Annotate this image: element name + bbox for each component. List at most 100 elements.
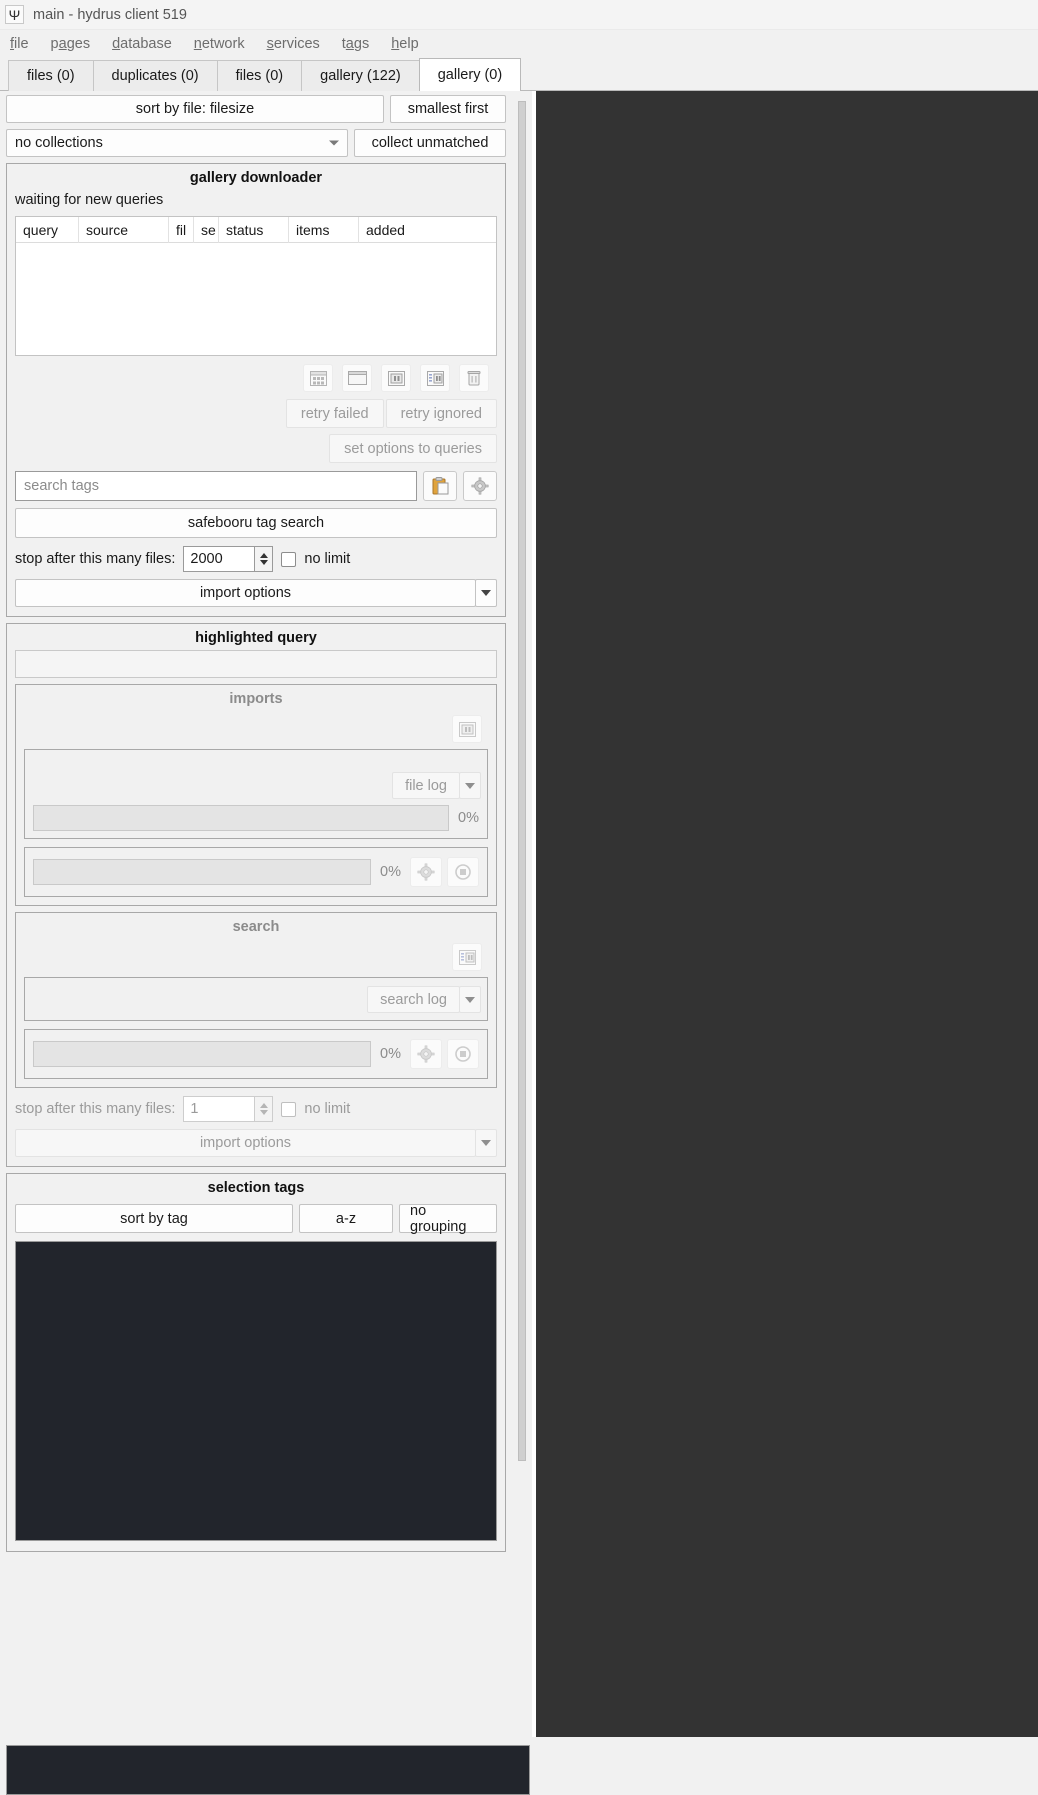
- tab-label: gallery (0): [437, 67, 503, 83]
- tab-label: duplicates (0): [111, 68, 199, 84]
- tab-duplicates[interactable]: duplicates (0): [92, 60, 218, 91]
- column-added[interactable]: added: [359, 217, 459, 243]
- tab-files-0[interactable]: files (0): [8, 60, 94, 91]
- no-grouping-button[interactable]: no grouping: [399, 1203, 497, 1235]
- pause-gallery-icon[interactable]: [420, 364, 450, 392]
- retry-ignored-button[interactable]: retry ignored: [385, 399, 497, 428]
- pane-splitter[interactable]: [512, 91, 532, 1795]
- grid-view-icon[interactable]: [303, 364, 333, 392]
- psi-icon: Ψ: [5, 5, 24, 24]
- imports-icon-row: [16, 715, 482, 743]
- search-tags-placeholder: search tags: [24, 478, 99, 494]
- spin-down-icon[interactable]: [259, 560, 268, 565]
- clipboard-icon[interactable]: [423, 471, 457, 501]
- highlighted-query-name: [15, 650, 497, 678]
- highlighted-query-title: highlighted query: [195, 630, 317, 646]
- tab-files-1[interactable]: files (0): [216, 60, 303, 91]
- column-query[interactable]: query: [16, 216, 79, 243]
- menu-pages[interactable]: pages: [51, 36, 91, 52]
- import-options-dropdown[interactable]: [475, 579, 497, 607]
- hq-no-limit-checkbox[interactable]: [281, 1101, 297, 1117]
- gear-icon[interactable]: [410, 857, 442, 887]
- retry-failed-button[interactable]: retry failed: [285, 399, 384, 428]
- file-log-button[interactable]: file log: [392, 772, 460, 799]
- gear-icon[interactable]: [463, 471, 497, 501]
- file-log-row: file log: [25, 772, 481, 799]
- stop-after-spin-buttons[interactable]: [255, 546, 274, 572]
- trash-icon[interactable]: [459, 364, 489, 392]
- column-items[interactable]: items: [289, 216, 359, 243]
- search-icon-row: [16, 943, 482, 971]
- hq-stop-after-stepper[interactable]: 1: [183, 1096, 274, 1122]
- menu-services[interactable]: services: [267, 36, 320, 52]
- selection-tags-title: selection tags: [207, 1180, 305, 1196]
- collections-select[interactable]: no collections: [6, 129, 348, 157]
- search-tags-row: search tags: [15, 471, 497, 501]
- chevron-down-icon: [465, 996, 475, 1003]
- hq-import-options-button[interactable]: import options: [15, 1129, 476, 1157]
- hq-stop-after-value[interactable]: 1: [183, 1096, 256, 1122]
- chevron-down-icon: [481, 590, 491, 596]
- hq-import-options-dropdown[interactable]: [475, 1129, 497, 1157]
- gear-icon[interactable]: [410, 1039, 442, 1069]
- menu-tags[interactable]: tags: [342, 36, 369, 52]
- import-options-button[interactable]: import options: [15, 579, 476, 607]
- pause-gallery-icon[interactable]: [452, 943, 482, 971]
- stop-after-value[interactable]: 2000: [183, 546, 256, 572]
- menu-database[interactable]: database: [112, 36, 172, 52]
- file-log-dropdown[interactable]: [459, 772, 481, 799]
- bottom-tag-strip: [6, 1737, 1038, 1795]
- stop-icon[interactable]: [447, 1039, 479, 1069]
- selection-tag-list[interactable]: [15, 1241, 497, 1541]
- no-limit-checkbox[interactable]: [281, 551, 297, 567]
- search-log-button[interactable]: search log: [367, 986, 460, 1013]
- column-status[interactable]: status: [219, 216, 289, 243]
- sort-by-button[interactable]: sort by file: filesize: [6, 95, 384, 123]
- stop-after-row: stop after this many files: 2000 no limi…: [15, 546, 497, 572]
- hydrus-client-window: Ψ main - hydrus client 519 file pages da…: [0, 0, 1038, 1795]
- gallery-downloader-title: gallery downloader: [189, 170, 323, 186]
- bottom-tag-list[interactable]: [6, 1745, 530, 1795]
- selection-tags-controls: sort by tag a-z no grouping: [15, 1203, 497, 1235]
- media-viewer-pane[interactable]: [536, 91, 1038, 1795]
- set-options-to-queries-button[interactable]: set options to queries: [329, 434, 497, 463]
- menu-network[interactable]: network: [194, 36, 245, 52]
- hq-no-limit-label: no limit: [304, 1101, 351, 1117]
- query-table[interactable]: query source fil se status items added: [15, 216, 497, 356]
- tab-gallery-0[interactable]: gallery (0): [418, 58, 522, 91]
- imports-sub-progress-percent: 0%: [380, 864, 401, 880]
- search-tags-input[interactable]: search tags: [15, 471, 417, 501]
- spin-down-icon[interactable]: [259, 1110, 268, 1115]
- menu-help[interactable]: help: [391, 36, 418, 52]
- safebooru-tag-search-button[interactable]: safebooru tag search: [15, 508, 497, 538]
- search-controls-box: 0%: [24, 1029, 488, 1079]
- search-log-dropdown[interactable]: [459, 986, 481, 1013]
- imports-progress-percent: 0%: [458, 810, 479, 826]
- hq-stop-after-spin-buttons[interactable]: [255, 1096, 274, 1122]
- search-sub-progress-bar: [33, 1041, 372, 1067]
- pause-file-icon[interactable]: [381, 364, 411, 392]
- column-source[interactable]: source: [79, 216, 169, 243]
- imports-progress-bar: [33, 805, 450, 831]
- search-sub-progress-percent: 0%: [380, 1046, 401, 1062]
- imports-title: imports: [229, 691, 283, 707]
- menu-file[interactable]: file: [10, 36, 29, 52]
- spin-up-icon[interactable]: [259, 553, 268, 558]
- splitter-handle[interactable]: [518, 101, 526, 1461]
- window-icon[interactable]: [342, 364, 372, 392]
- tab-gallery-122[interactable]: gallery (122): [301, 60, 420, 91]
- sort-by-tag-button[interactable]: sort by tag: [15, 1204, 293, 1233]
- sort-order-button[interactable]: smallest first: [390, 95, 506, 123]
- sort-row: sort by file: filesize smallest first: [6, 95, 506, 123]
- tag-search-row: safebooru tag search: [15, 508, 497, 538]
- az-button[interactable]: a-z: [299, 1204, 393, 1233]
- no-limit-label: no limit: [304, 551, 351, 567]
- column-se[interactable]: se: [194, 216, 219, 243]
- stop-icon[interactable]: [447, 857, 479, 887]
- tab-label: files (0): [27, 68, 75, 84]
- collect-unmatched-button[interactable]: collect unmatched: [354, 129, 506, 157]
- column-fil[interactable]: fil: [169, 216, 194, 243]
- spin-up-icon[interactable]: [259, 1103, 268, 1108]
- stop-after-stepper[interactable]: 2000: [183, 546, 274, 572]
- pause-file-icon[interactable]: [452, 715, 482, 743]
